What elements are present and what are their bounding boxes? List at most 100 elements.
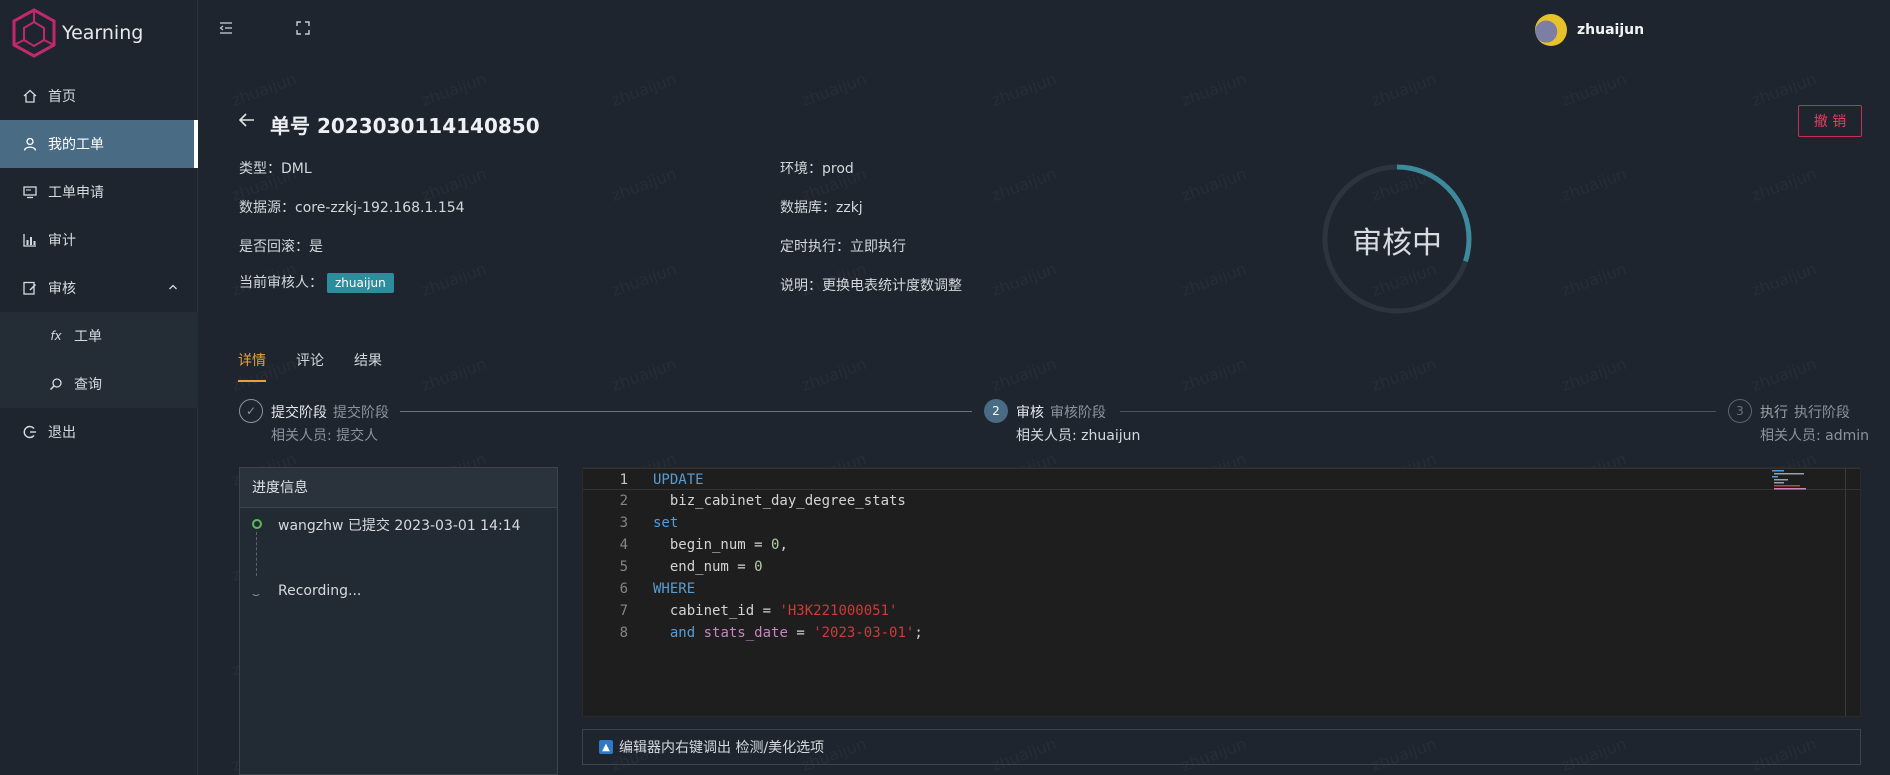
watermark-text: zhuaijun: [419, 354, 489, 395]
hint-checkbox-icon: ▲: [599, 740, 613, 754]
watermark-text: zhuaijun: [419, 259, 489, 300]
sidebar-item-label: 工单申请: [48, 185, 104, 201]
reviewer-badge: zhuaijun: [327, 273, 394, 293]
editor-hint: ▲ 编辑器内右键调出 检测/美化选项: [582, 729, 1861, 765]
step-2-desc: 审核阶段: [1050, 405, 1106, 421]
fullscreen-icon[interactable]: [296, 21, 310, 39]
search-icon: [48, 376, 64, 392]
back-arrow-icon[interactable]: [238, 110, 256, 134]
watermark-text: zhuaijun: [419, 69, 489, 110]
menu-collapse-icon[interactable]: [218, 20, 234, 40]
user-icon: [22, 136, 38, 152]
info-note: 说明：更换电表统计度数调整: [780, 278, 962, 294]
line-number: 4: [619, 537, 628, 553]
sidebar-item-label: 审计: [48, 233, 76, 249]
username: zhuaijun: [1577, 22, 1645, 38]
code-line: 4 begin_num = 0,: [583, 534, 1860, 556]
code-text: and stats_date = '2023-03-01';: [669, 625, 923, 641]
step-3-title: 执行 执行阶段: [1760, 402, 1850, 422]
code-text: begin_num = 0,: [653, 537, 788, 553]
watermark-text: zhuaijun: [1559, 354, 1629, 395]
step-3-desc: 执行阶段: [1794, 405, 1850, 421]
code-line: 2 biz_cabinet_day_degree_stats: [583, 490, 1860, 512]
code-line: 1 UPDATE: [583, 468, 1860, 490]
watermark-text: zhuaijun: [1179, 164, 1249, 205]
sidebar-item-review-query[interactable]: 查询: [0, 360, 198, 408]
line-number: 3: [619, 515, 628, 531]
code-line: 6 WHERE: [583, 578, 1860, 600]
sidebar-item-label: 首页: [48, 89, 76, 105]
step-2-name: 审核: [1016, 405, 1044, 421]
avatar: [1535, 14, 1567, 46]
step-3-name: 执行: [1760, 405, 1788, 421]
watermark-text: zhuaijun: [1179, 259, 1249, 300]
info-source: 数据源：core-zzkj-192.168.1.154: [239, 200, 465, 216]
sidebar-item-my-orders[interactable]: 我的工单: [0, 120, 198, 168]
info-type: 类型：DML: [239, 161, 312, 177]
sidebar-item-review-orders[interactable]: fx 工单: [0, 312, 198, 360]
sidebar-item-label: 退出: [48, 425, 76, 441]
watermark-text: zhuaijun: [229, 69, 299, 110]
watermark-text: zhuaijun: [799, 354, 869, 395]
sidebar-item-label: 审核: [48, 281, 76, 297]
sidebar-menu: 首页 我的工单 工单申请 审计 审核 fx 工单 查询 退出: [0, 72, 198, 456]
watermark-text: zhuaijun: [1749, 259, 1819, 300]
code-text: end_num = 0: [653, 559, 763, 575]
status-text: 审核中: [1352, 226, 1442, 261]
step-1-desc: 提交阶段: [333, 405, 389, 421]
watermark-text: zhuaijun: [1369, 69, 1439, 110]
watermark-text: zhuaijun: [989, 259, 1059, 300]
fx-icon: fx: [50, 329, 62, 343]
info-env: 环境：prod: [780, 161, 854, 177]
timeline-recording: Recording...: [278, 583, 362, 599]
home-icon: [22, 88, 38, 104]
sql-editor[interactable]: 1 UPDATE 2 biz_cabinet_day_degree_stats …: [582, 467, 1861, 717]
step-1-title: 提交阶段 提交阶段: [271, 402, 389, 422]
watermark-text: zhuaijun: [609, 259, 679, 300]
watermark-text: zhuaijun: [989, 69, 1059, 110]
step-2-marker: 2: [984, 399, 1008, 423]
tab-details[interactable]: 详情: [238, 350, 266, 382]
line-number: 6: [619, 581, 628, 597]
watermark-text: zhuaijun: [609, 69, 679, 110]
sidebar: Yearning 首页 我的工单 工单申请 审计 审核 fx 工单 查询 退出: [0, 0, 198, 775]
watermark-text: zhuaijun: [989, 164, 1059, 205]
user-menu[interactable]: zhuaijun: [1535, 14, 1644, 46]
tab-results[interactable]: 结果: [354, 350, 382, 382]
hint-text: 编辑器内右键调出 检测/美化选项: [619, 740, 825, 756]
step-1-sub: 相关人员: 提交人: [271, 428, 379, 444]
timeline-entry: wangzhw 已提交 2023-03-01 14:14: [278, 518, 521, 534]
line-number: 5: [619, 559, 628, 575]
revoke-button[interactable]: 撤 销: [1798, 105, 1862, 137]
watermark-text: zhuaijun: [609, 164, 679, 205]
watermark-text: zhuaijun: [1749, 69, 1819, 110]
sidebar-item-order-apply[interactable]: 工单申请: [0, 168, 198, 216]
progress-panel: 进度信息 wangzhw 已提交 2023-03-01 14:14 Record…: [239, 467, 558, 775]
line-number: 2: [619, 493, 628, 509]
info-database: 数据库：zzkj: [780, 200, 863, 216]
watermark-text: zhuaijun: [1179, 354, 1249, 395]
sidebar-item-audit-log[interactable]: 审计: [0, 216, 198, 264]
editor-minimap[interactable]: [1772, 470, 1832, 490]
step-3-sub: 相关人员: admin: [1760, 428, 1870, 444]
sidebar-item-review[interactable]: 审核: [0, 264, 198, 312]
step-2-sub: 相关人员: zhuaijun: [1016, 428, 1141, 444]
monitor-icon: [22, 184, 38, 200]
logo[interactable]: Yearning: [10, 8, 143, 58]
timeline-connector: [256, 532, 257, 576]
watermark-text: zhuaijun: [1559, 69, 1629, 110]
code-text: UPDATE: [653, 472, 704, 488]
editor-scrollbar[interactable]: [1845, 468, 1846, 716]
sidebar-item-home[interactable]: 首页: [0, 72, 198, 120]
loading-spinner-icon: [251, 586, 261, 596]
sidebar-item-label: 查询: [74, 377, 102, 393]
step-2-line: [1120, 411, 1716, 412]
sidebar-item-logout[interactable]: 退出: [0, 408, 198, 456]
watermark-text: zhuaijun: [1369, 354, 1439, 395]
tab-comments[interactable]: 评论: [296, 350, 324, 382]
line-number: 7: [619, 603, 628, 619]
info-schedule: 定时执行：立即执行: [780, 239, 906, 255]
line-number: 1: [619, 472, 628, 488]
step-3-marker: 3: [1728, 399, 1752, 423]
info-rollback: 是否回滚：是: [239, 239, 323, 255]
